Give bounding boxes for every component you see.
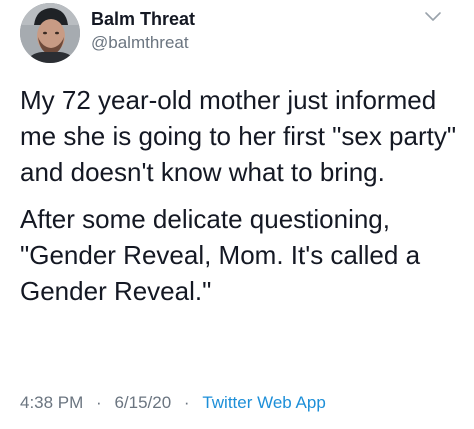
meta-separator: · <box>183 393 190 412</box>
avatar[interactable] <box>20 3 80 63</box>
profile-photo <box>20 3 80 63</box>
tweet-paragraph: After some delicate questioning, "Gender… <box>20 204 421 306</box>
tweet-date[interactable]: 6/15/20 <box>114 393 171 412</box>
tweet-meta: 4:38 PM · 6/15/20 · Twitter Web App <box>20 393 326 413</box>
author-handle[interactable]: @balmthreat <box>91 33 189 53</box>
tweet-paragraph: My 72 year-old mother just informed me s… <box>20 85 457 187</box>
tweet-source[interactable]: Twitter Web App <box>202 393 325 412</box>
author-name[interactable]: Balm Threat <box>91 9 195 30</box>
meta-separator: · <box>96 393 102 412</box>
chevron-down-icon[interactable] <box>424 10 442 24</box>
tweet-card: Balm Threat @balmthreat My 72 year-old m… <box>0 0 474 429</box>
tweet-text: My 72 year-old mother just informed me s… <box>20 82 466 309</box>
tweet-time[interactable]: 4:38 PM <box>20 393 83 412</box>
